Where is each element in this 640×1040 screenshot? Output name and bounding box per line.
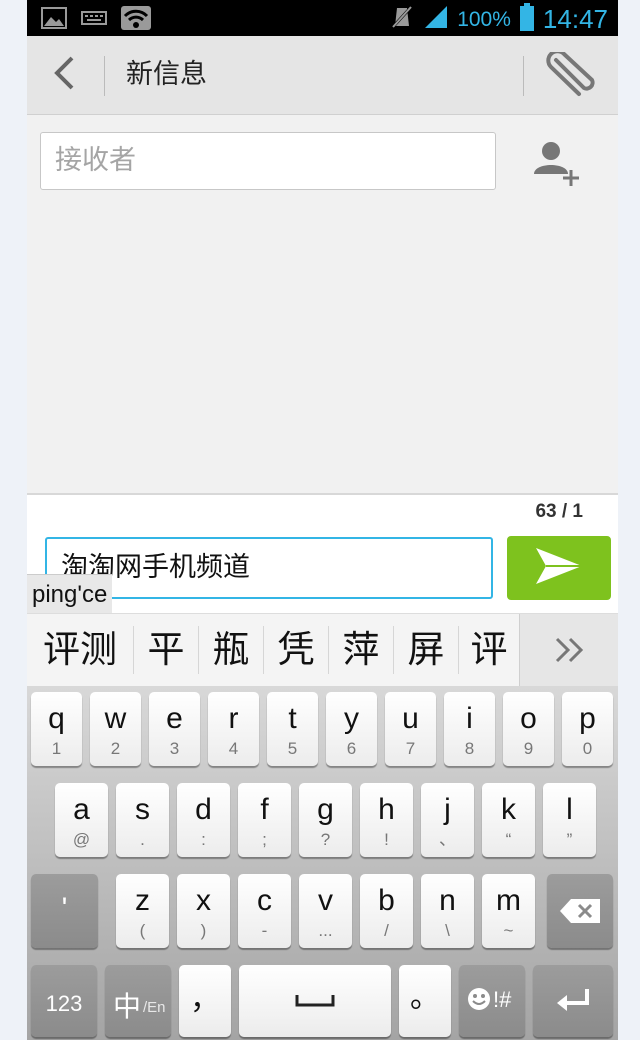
space-icon — [295, 993, 335, 1012]
key-b[interactable]: b / — [360, 874, 413, 948]
key-z[interactable]: z( — [116, 874, 169, 948]
key-c[interactable]: c- — [238, 874, 291, 948]
key-x[interactable]: x) — [177, 874, 230, 948]
key-e[interactable]: e3 — [149, 692, 200, 766]
status-bar: 100% 14:47 — [27, 0, 618, 36]
key-w[interactable]: w2 — [90, 692, 141, 766]
add-contact-button[interactable] — [531, 138, 583, 188]
enter-key[interactable] — [533, 965, 613, 1037]
key-j[interactable]: j、 — [421, 783, 474, 857]
backspace-icon — [559, 898, 601, 929]
key-y[interactable]: y6 — [326, 692, 377, 766]
action-bar: 新信息 — [27, 36, 618, 115]
divider — [523, 56, 524, 96]
key-r[interactable]: r4 — [208, 692, 259, 766]
clock: 14:47 — [542, 4, 608, 34]
compose-area: 63 / 1 淘淘网手机频道 — [27, 493, 618, 615]
candidate-bar: 评测 平 瓶 凭 萍 屏 评 — [27, 613, 618, 687]
divider — [104, 56, 105, 96]
delete-key[interactable] — [547, 874, 613, 948]
chevron-left-icon — [53, 55, 75, 95]
wifi-icon — [121, 6, 151, 34]
comma-key[interactable]: ， — [179, 965, 231, 1037]
key-n[interactable]: n \ — [421, 874, 474, 948]
key-d[interactable]: d: — [177, 783, 230, 857]
add-person-icon — [531, 142, 583, 192]
key-u[interactable]: u7 — [385, 692, 436, 766]
candidate-item[interactable]: 萍 — [329, 614, 393, 686]
candidate-item[interactable]: 评 — [459, 614, 519, 686]
soft-keyboard: q1 w2 e3 r4 t5 y6 u7 i8 o9 p0 a @ s. d: f… — [27, 686, 618, 1040]
key-m[interactable]: m ~ — [482, 874, 535, 948]
emoji-symbol-key[interactable]: !# — [459, 965, 525, 1037]
double-chevron-right-icon — [554, 636, 586, 668]
signal-icon — [423, 4, 449, 35]
key-k[interactable]: k “ — [482, 783, 535, 857]
key-t[interactable]: t5 — [267, 692, 318, 766]
battery-icon — [519, 3, 535, 36]
key-p[interactable]: p0 — [562, 692, 613, 766]
key-o[interactable]: o9 — [503, 692, 554, 766]
phone-screen: 100% 14:47 新信息 接收者 63 / 1 淘淘网手机频道 ping'c… — [27, 0, 618, 1040]
enter-icon — [555, 987, 591, 1020]
numbers-key[interactable]: 123 — [31, 965, 97, 1037]
language-switch-key[interactable]: 中 /En — [105, 965, 171, 1037]
apostrophe-key[interactable]: ' — [31, 874, 98, 948]
image-notification-icon — [41, 7, 67, 33]
key-i[interactable]: i8 — [444, 692, 495, 766]
key-l[interactable]: l” — [543, 783, 596, 857]
vibrate-off-icon — [389, 4, 415, 35]
send-icon — [534, 546, 584, 590]
key-g[interactable]: g? — [299, 783, 352, 857]
key-q[interactable]: q1 — [31, 692, 82, 766]
attach-button[interactable] — [546, 49, 596, 98]
candidate-item[interactable]: 瓶 — [199, 614, 263, 686]
battery-percent: 100% — [457, 7, 511, 31]
back-button[interactable] — [47, 54, 81, 96]
recipient-input[interactable]: 接收者 — [40, 132, 496, 190]
candidate-item[interactable]: 凭 — [264, 614, 328, 686]
candidate-item[interactable]: 屏 — [394, 614, 458, 686]
paperclip-icon — [546, 49, 596, 102]
character-counter: 63 / 1 — [535, 501, 583, 522]
key-v[interactable]: v... — [299, 874, 352, 948]
period-key[interactable]: 。 — [399, 965, 451, 1037]
pinyin-composition: ping'ce — [27, 574, 113, 613]
key-s[interactable]: s. — [116, 783, 169, 857]
candidate-item[interactable]: 评测 — [27, 614, 133, 686]
keyboard-notification-icon — [81, 10, 107, 30]
key-f[interactable]: f; — [238, 783, 291, 857]
key-a[interactable]: a @ — [55, 783, 108, 857]
page-title: 新信息 — [126, 59, 207, 90]
space-key[interactable] — [239, 965, 391, 1037]
send-button[interactable] — [507, 536, 611, 600]
smiley-icon — [467, 987, 491, 1016]
more-candidates-button[interactable] — [519, 614, 618, 686]
key-h[interactable]: h! — [360, 783, 413, 857]
candidate-item[interactable]: 平 — [134, 614, 198, 686]
